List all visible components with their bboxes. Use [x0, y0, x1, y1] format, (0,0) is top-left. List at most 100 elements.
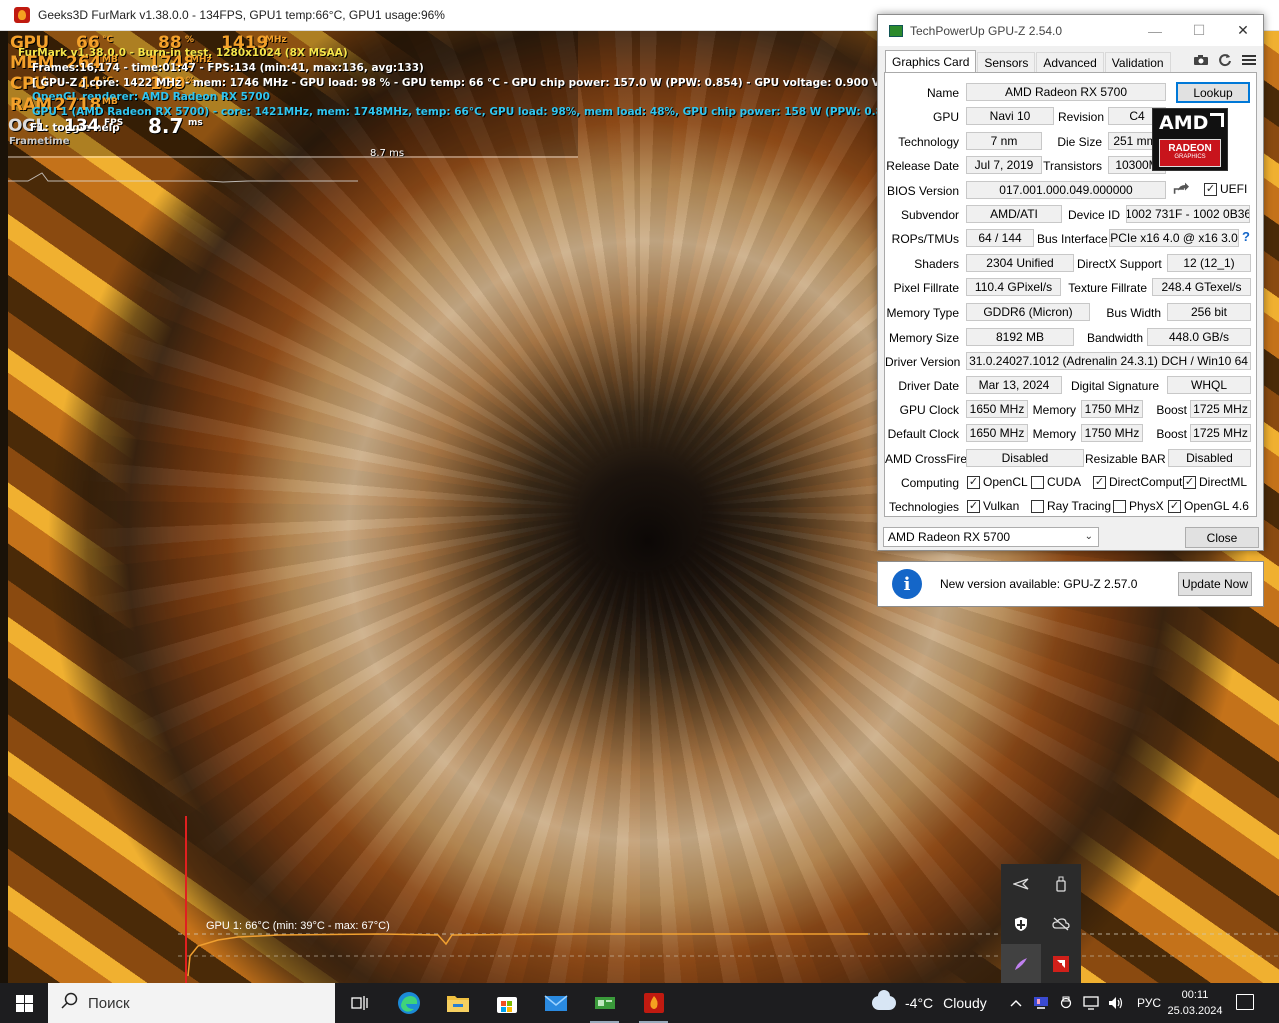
- computing-cuda-checkbox[interactable]: CUDA: [1031, 475, 1081, 489]
- label-directx: DirectX Support: [1077, 257, 1162, 271]
- maximize-icon[interactable]: ☐: [1177, 15, 1221, 46]
- store-icon: [496, 997, 517, 1013]
- amd-radeon-logo[interactable]: AMD RADEON GRAPHICS: [1152, 108, 1228, 171]
- security-shield-icon[interactable]: [1001, 904, 1041, 944]
- menu-icon[interactable]: [1241, 52, 1257, 68]
- camera-icon[interactable]: [1193, 52, 1209, 68]
- taskbar-store[interactable]: [482, 983, 531, 1023]
- tab-graphics-card[interactable]: Graphics Card: [885, 50, 977, 72]
- close-icon[interactable]: ✕: [1221, 15, 1265, 46]
- notification-icon[interactable]: [1236, 994, 1254, 1010]
- taskbar-gpuz[interactable]: [580, 983, 629, 1023]
- field-release-date: Jul 7, 2019: [966, 156, 1042, 174]
- graphics-card-panel: Name AMD Radeon RX 5700 Lookup GPU Navi …: [884, 72, 1257, 517]
- label-technologies: Technologies: [888, 500, 959, 514]
- checkmark-icon: ✓: [967, 475, 980, 489]
- tab-advanced[interactable]: Advanced: [1036, 52, 1104, 72]
- minimize-icon[interactable]: —: [1133, 15, 1177, 46]
- computing-label: DirectCompute: [1109, 475, 1190, 489]
- search-placeholder: Поиск: [88, 994, 130, 1012]
- field-bus-width: 256 bit: [1167, 303, 1251, 321]
- network-icon[interactable]: [1083, 995, 1099, 1011]
- empty-checkbox-icon: [1113, 499, 1126, 513]
- language-indicator[interactable]: РУС: [1137, 996, 1161, 1010]
- gpu-monitor-icon[interactable]: [1033, 995, 1049, 1011]
- field-bandwidth: 448.0 GB/s: [1147, 328, 1251, 346]
- taskbar-mail[interactable]: [531, 983, 580, 1023]
- osd-fps: 134: [64, 116, 100, 136]
- label-digital-signature: Digital Signature: [1070, 379, 1159, 393]
- uefi-check-icon: ✓: [1204, 182, 1217, 196]
- device-select-value: AMD Radeon RX 5700: [888, 530, 1011, 544]
- taskbar-edge[interactable]: [384, 983, 433, 1023]
- volume-icon[interactable]: [1108, 995, 1124, 1011]
- computing-opencl-checkbox[interactable]: ✓ OpenCL: [967, 475, 1028, 489]
- start-button[interactable]: [0, 983, 48, 1023]
- technology-vulkan-checkbox[interactable]: ✓ Vulkan: [967, 499, 1019, 513]
- label-driver-date: Driver Date: [898, 379, 959, 393]
- taskbar-furmark[interactable]: [629, 983, 678, 1023]
- furmark-window-title: Geeks3D FurMark v1.38.0.0 - 134FPS, GPU1…: [38, 8, 445, 22]
- taskbar-clock[interactable]: 00:11 25.03.2024: [1160, 987, 1230, 1019]
- field-gpu: Navi 10: [966, 107, 1054, 125]
- close-button[interactable]: Close: [1185, 527, 1259, 548]
- gpuz-title-bar[interactable]: TechPowerUp GPU-Z 2.54.0 — ☐ ✕: [878, 15, 1263, 46]
- chevron-up-icon[interactable]: [1008, 995, 1024, 1011]
- label-gpu: GPU: [932, 110, 959, 124]
- clock-date: 25.03.2024: [1167, 1005, 1223, 1017]
- usb-drive-icon[interactable]: [1041, 864, 1081, 904]
- airplane-icon[interactable]: [1001, 864, 1041, 904]
- mail-icon: [544, 995, 567, 1011]
- field-pixel-fillrate: 110.4 GPixel/s: [966, 278, 1061, 296]
- field-shaders: 2304 Unified: [966, 254, 1074, 272]
- technology-label: OpenGL 4.6: [1184, 499, 1249, 513]
- technology-ray-tracing-checkbox[interactable]: Ray Tracing: [1031, 499, 1111, 513]
- field-driver-date: Mar 13, 2024: [966, 376, 1062, 394]
- clock-time: 00:11: [1181, 989, 1209, 1001]
- technology-opengl-4-6-checkbox[interactable]: ✓ OpenGL 4.6: [1168, 499, 1249, 513]
- share-icon[interactable]: [1173, 181, 1189, 197]
- checkmark-icon: ✓: [1093, 475, 1106, 489]
- label-default-memory: Memory: [1032, 427, 1076, 441]
- update-message: New version available: GPU-Z 2.57.0: [940, 577, 1138, 591]
- field-gpu-clock: 1650 MHz: [966, 400, 1028, 418]
- onedrive-icon[interactable]: [1041, 904, 1081, 944]
- label-shaders: Shaders: [914, 257, 959, 271]
- amd-arrow-icon: [1210, 113, 1224, 127]
- taskbar-search-box[interactable]: Поиск: [48, 983, 335, 1023]
- update-now-button[interactable]: Update Now: [1178, 572, 1252, 596]
- settings-tray-icon[interactable]: [1058, 995, 1074, 1011]
- computing-directcompute-checkbox[interactable]: ✓ DirectCompute: [1093, 475, 1189, 489]
- field-default-boost: 1725 MHz: [1190, 424, 1251, 442]
- tab-validation[interactable]: Validation: [1104, 52, 1171, 72]
- device-select[interactable]: AMD Radeon RX 5700 ⌄: [883, 527, 1099, 547]
- label-release-date: Release Date: [886, 159, 959, 173]
- technology-physx-checkbox[interactable]: PhysX: [1113, 499, 1164, 513]
- label-gpu-memory: Memory: [1032, 403, 1076, 417]
- label-technology: Technology: [898, 135, 959, 149]
- task-view-icon: [350, 996, 368, 1010]
- tray-overflow-popup: [1001, 864, 1081, 983]
- gpuz-window: TechPowerUp GPU-Z 2.54.0 — ☐ ✕ Graphics …: [877, 14, 1264, 551]
- bus-help-icon[interactable]: ?: [1242, 229, 1250, 244]
- weather-widget[interactable]: -4°C Cloudy: [872, 983, 987, 1023]
- pen-feather-icon[interactable]: [1001, 944, 1041, 983]
- label-computing: Computing: [900, 476, 959, 490]
- furmark-app-icon: [14, 7, 30, 23]
- tab-sensors[interactable]: Sensors: [977, 52, 1036, 72]
- computing-directml-checkbox[interactable]: ✓ DirectML: [1183, 475, 1247, 489]
- weather-temp: -4°C: [905, 995, 934, 1011]
- amd-software-icon[interactable]: [1041, 944, 1081, 983]
- osd-gpu-temp-unit: °C: [102, 35, 114, 45]
- checkmark-icon: ✓: [967, 499, 980, 513]
- task-view-button[interactable]: [335, 983, 384, 1023]
- taskbar-explorer[interactable]: [433, 983, 482, 1023]
- field-default-memory: 1750 MHz: [1081, 424, 1143, 442]
- refresh-icon[interactable]: [1217, 52, 1233, 68]
- uefi-checkbox[interactable]: ✓ UEFI: [1204, 182, 1247, 196]
- furmark-taskbar-icon: [643, 993, 664, 1013]
- lookup-button[interactable]: Lookup: [1176, 82, 1250, 103]
- osd-gpu-clock-unit: MHz: [265, 35, 287, 45]
- technology-label: Vulkan: [983, 499, 1020, 513]
- label-default-boost: Boost: [1156, 427, 1187, 441]
